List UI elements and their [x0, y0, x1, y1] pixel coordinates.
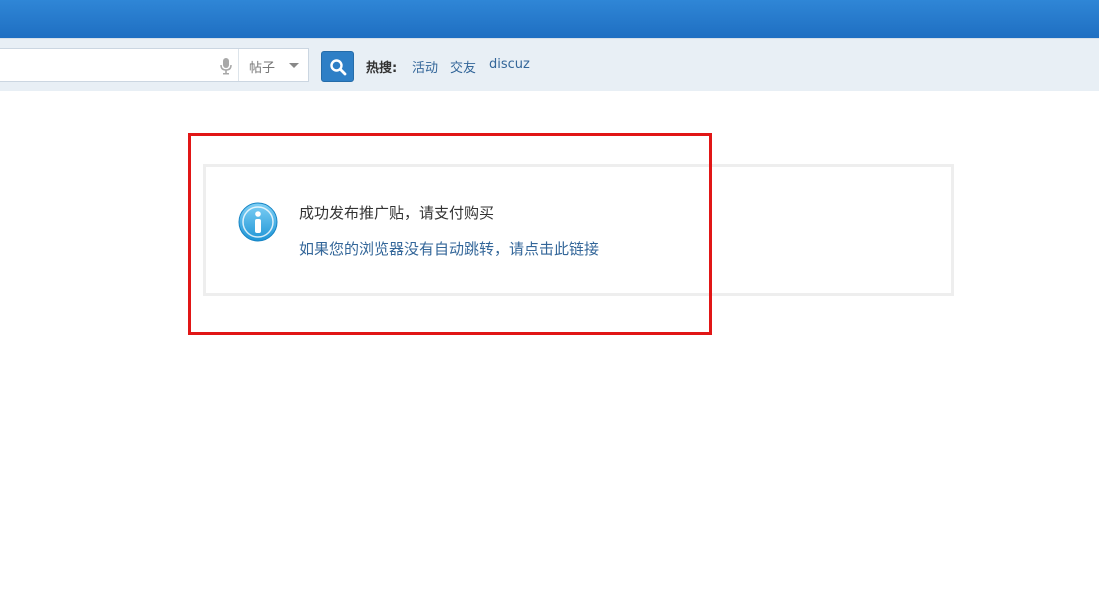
top-nav-bar [0, 0, 1099, 38]
microphone-icon[interactable] [219, 57, 233, 75]
hot-link-discuz[interactable]: discuz [489, 57, 530, 72]
message-title: 成功发布推广贴，请支付购买 [299, 204, 495, 222]
hot-link-dating[interactable]: 交友 [450, 57, 476, 76]
message-box [203, 164, 954, 296]
hot-search-label: 热搜: [366, 61, 398, 76]
hot-link-activity[interactable]: 活动 [412, 57, 438, 76]
search-icon [330, 59, 347, 76]
search-input-wrapper: 帖子 [0, 48, 309, 82]
search-button[interactable] [321, 51, 354, 82]
search-input[interactable] [0, 49, 209, 81]
search-type-select[interactable]: 帖子 [239, 49, 309, 81]
search-bar: 帖子 [0, 38, 1099, 91]
info-icon [238, 202, 278, 242]
redirect-link[interactable]: 如果您的浏览器没有自动跳转，请点击此链接 [299, 238, 599, 259]
caret-down-icon [289, 63, 299, 68]
search-type-label: 帖子 [249, 61, 276, 76]
